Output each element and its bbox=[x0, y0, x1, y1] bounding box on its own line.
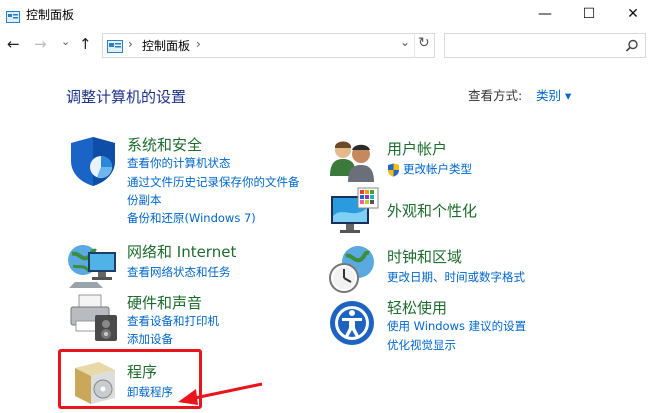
recent-locations-button[interactable]: ⌄ bbox=[61, 35, 70, 48]
category-network-internet[interactable]: 网络和 Internet bbox=[127, 241, 236, 262]
forward-button[interactable]: → bbox=[34, 35, 47, 53]
link-view-computer-status[interactable]: 查看你的计算机状态 bbox=[127, 154, 231, 172]
page-title: 调整计算机的设置 bbox=[66, 88, 187, 106]
category-user-accounts[interactable]: 用户帐户 bbox=[387, 138, 447, 159]
hardware-printer-icon[interactable] bbox=[67, 291, 119, 343]
user-accounts-icon[interactable] bbox=[328, 138, 380, 190]
control-panel-icon bbox=[107, 38, 123, 53]
refresh-button[interactable]: ↻ bbox=[418, 35, 430, 51]
view-by-label: 查看方式: bbox=[468, 88, 523, 103]
category-appearance[interactable]: 外观和个性化 bbox=[387, 200, 477, 221]
link-file-history[interactable]: 通过文件历史记录保存你的文件备 bbox=[127, 173, 300, 191]
link-change-date-time[interactable]: 更改日期、时间或数字格式 bbox=[387, 268, 525, 286]
link-network-status[interactable]: 查看网络状态和任务 bbox=[127, 263, 231, 281]
uac-shield-icon bbox=[387, 162, 400, 177]
search-input[interactable] bbox=[444, 33, 646, 58]
maximize-button[interactable]: ☐ bbox=[567, 0, 611, 28]
search-icon[interactable] bbox=[625, 38, 639, 52]
system-security-shield-icon[interactable] bbox=[67, 135, 119, 187]
divider bbox=[414, 33, 415, 58]
link-backup-restore[interactable]: 备份和还原(Windows 7) bbox=[127, 209, 256, 227]
link-file-history-cont[interactable]: 份副本 bbox=[127, 191, 162, 209]
category-ease-of-access[interactable]: 轻松使用 bbox=[387, 297, 447, 318]
category-clock-region[interactable]: 时钟和区域 bbox=[387, 246, 462, 267]
link-windows-recommended[interactable]: 使用 Windows 建议的设置 bbox=[387, 317, 526, 335]
clock-region-icon[interactable] bbox=[328, 244, 380, 296]
window-title: 控制面板 bbox=[26, 8, 75, 22]
category-system-security[interactable]: 系统和安全 bbox=[127, 134, 202, 155]
link-devices-printers[interactable]: 查看设备和打印机 bbox=[127, 312, 219, 330]
address-dropdown-button[interactable]: ⌄ bbox=[400, 35, 410, 49]
network-globe-icon[interactable] bbox=[67, 238, 119, 290]
link-optimize-display[interactable]: 优化视觉显示 bbox=[387, 336, 456, 354]
breadcrumb-control-panel[interactable]: 控制面板 bbox=[142, 37, 190, 54]
ease-of-access-icon[interactable] bbox=[328, 297, 380, 349]
appearance-personalization-icon[interactable] bbox=[328, 186, 380, 238]
minimize-button[interactable]: — bbox=[523, 0, 567, 28]
close-button[interactable]: ✕ bbox=[611, 0, 655, 28]
control-panel-app-icon bbox=[6, 8, 20, 23]
category-hardware-sound[interactable]: 硬件和声音 bbox=[127, 292, 202, 313]
up-button[interactable]: ↑ bbox=[79, 35, 92, 53]
red-arrow-icon bbox=[176, 380, 266, 408]
link-add-device[interactable]: 添加设备 bbox=[127, 330, 173, 348]
breadcrumb-separator[interactable]: › bbox=[196, 37, 201, 51]
link-change-account-type[interactable]: 更改帐户类型 bbox=[403, 160, 472, 178]
view-by-dropdown[interactable]: 类别 ▾ bbox=[536, 85, 571, 104]
breadcrumb-separator: › bbox=[128, 37, 133, 51]
back-button[interactable]: ← bbox=[7, 35, 20, 53]
